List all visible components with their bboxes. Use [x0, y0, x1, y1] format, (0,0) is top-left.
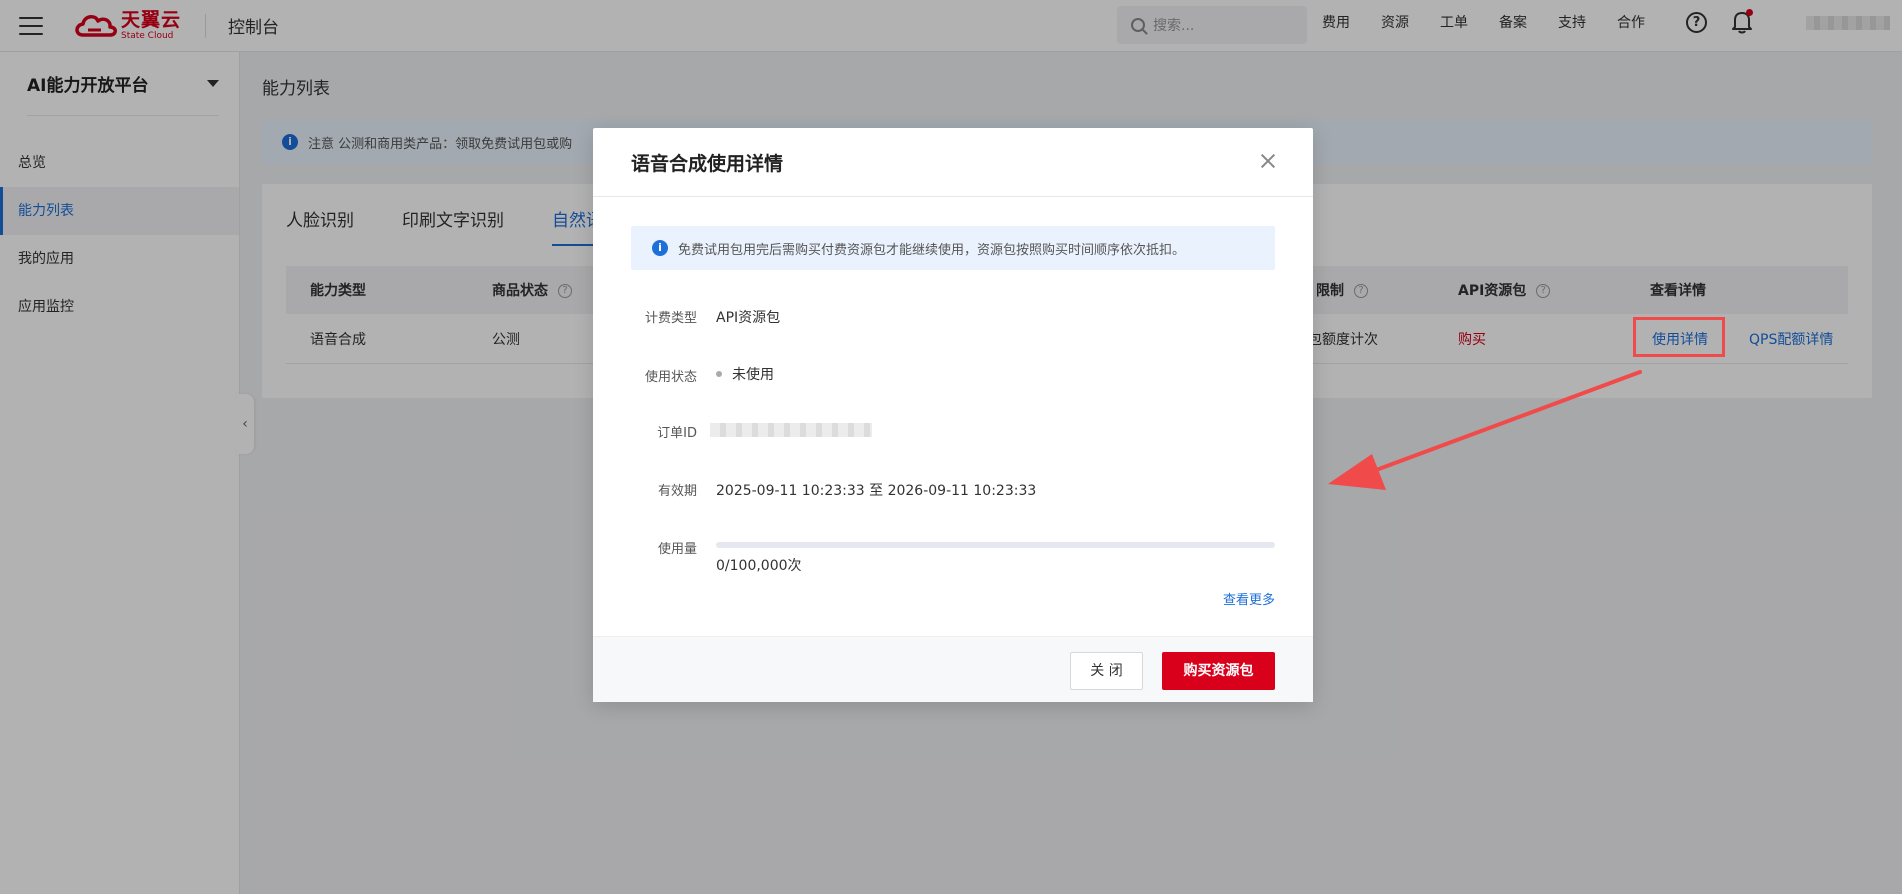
buy-resource-pack-button[interactable]: 购买资源包: [1162, 652, 1275, 690]
usage-detail-dialog: 语音合成使用详情 i 免费试用包用完后需购买付费资源包才能继续使用，资源包按照购…: [593, 128, 1313, 702]
dialog-tip: i 免费试用包用完后需购买付费资源包才能继续使用，资源包按照购买时间顺序依次抵扣…: [631, 226, 1275, 270]
order-id-redacted: [710, 423, 872, 437]
billing-type-value: API资源包: [716, 310, 781, 326]
usage-value: 0/100,000次: [716, 558, 802, 574]
usage-progress-bar: [716, 542, 1275, 548]
dialog-header: 语音合成使用详情: [593, 128, 1313, 197]
validity-label: 有效期: [657, 484, 697, 499]
usage-label: 使用量: [657, 542, 697, 557]
close-icon[interactable]: [1257, 150, 1279, 172]
close-button[interactable]: 关 闭: [1070, 652, 1143, 690]
dialog-footer: 关 闭 购买资源包: [593, 636, 1313, 702]
usage-status-value: 未使用: [710, 364, 774, 384]
annotation-arrow-icon: [1328, 370, 1642, 490]
status-dot: [716, 371, 722, 377]
billing-type-label: 计费类型: [644, 311, 697, 326]
dialog-title: 语音合成使用详情: [631, 152, 784, 175]
annotation-highlight-box: [1633, 317, 1725, 357]
see-more-link[interactable]: 查看更多: [1223, 589, 1275, 608]
info-icon: i: [652, 240, 668, 256]
validity-value: 2025-09-11 10:23:33 至 2026-09-11 10:23:3…: [716, 483, 1037, 499]
order-id-label: 订单ID: [657, 426, 697, 441]
dialog-tip-text: 免费试用包用完后需购买付费资源包才能继续使用，资源包按照购买时间顺序依次抵扣。: [678, 242, 1186, 258]
usage-status-label: 使用状态: [644, 370, 697, 385]
